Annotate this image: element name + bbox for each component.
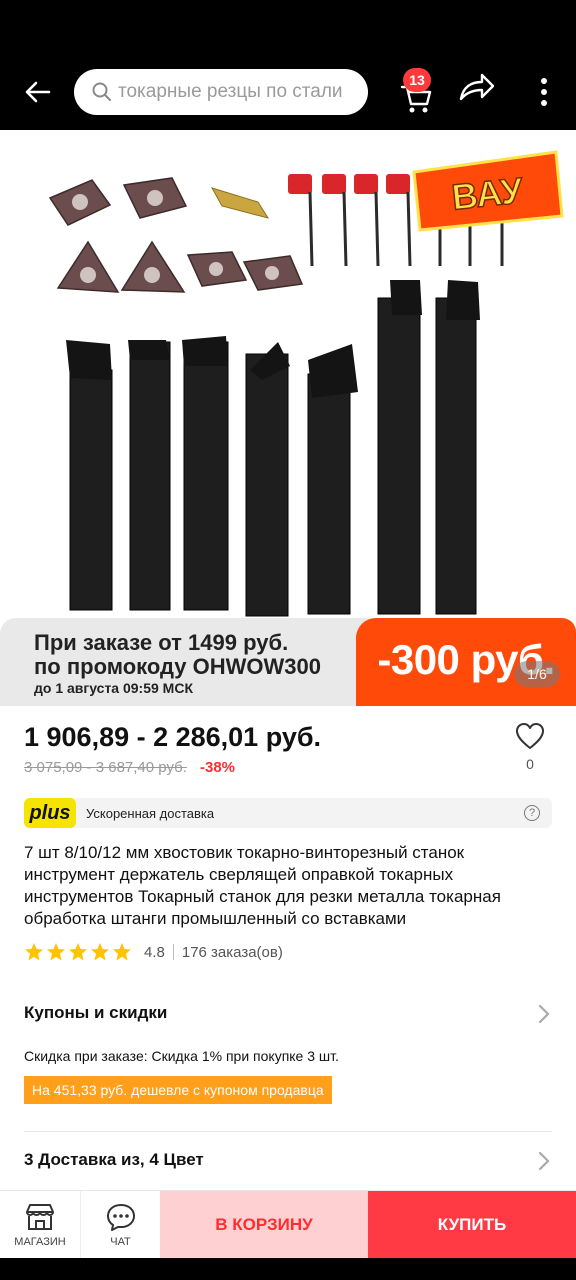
- price-range: 1 906,89 - 2 286,01 руб.: [24, 722, 322, 752]
- favorites-count: 0: [526, 756, 534, 772]
- chat-label: ЧАТ: [110, 1236, 131, 1248]
- share-icon: [459, 73, 495, 101]
- old-price-range: 3 075,09 - 3 687,40 руб.: [24, 759, 187, 776]
- back-button[interactable]: [16, 70, 60, 114]
- chevron-right-icon[interactable]: [538, 1004, 550, 1024]
- cart-count-badge: 13: [403, 68, 431, 92]
- shop-button[interactable]: МАГАЗИН: [0, 1191, 80, 1259]
- more-vertical-icon: [541, 78, 547, 84]
- plus-delivery-text: Ускоренная доставка: [86, 805, 215, 821]
- star-icon: [113, 943, 131, 961]
- back-arrow-icon: [25, 81, 51, 103]
- chat-button[interactable]: ЧАТ: [80, 1191, 160, 1259]
- rating-value: 4.8: [144, 943, 165, 961]
- order-discount-text: Скидка при заказе: Скидка 1% при покупке…: [24, 1048, 339, 1064]
- product-title: 7 шт 8/10/12 мм хвостовик токарно-винтор…: [24, 843, 501, 928]
- rating-stars: [24, 942, 132, 962]
- shop-label: МАГАЗИН: [14, 1236, 66, 1248]
- chat-icon: [106, 1204, 135, 1231]
- image-counter: 1/6: [514, 661, 560, 687]
- coupons-section-title[interactable]: Купоны и скидки: [24, 1003, 167, 1023]
- promo-deadline: до 1 августа 09:59 МСК: [34, 680, 193, 696]
- heart-icon: [516, 723, 544, 749]
- cart-button[interactable]: 13: [394, 68, 440, 114]
- rating-row[interactable]: 4.8 176 заказа(ов): [24, 941, 283, 963]
- bottom-action-bar: МАГАЗИН ЧАТ В КОРЗИНУ КУПИТЬ: [0, 1190, 576, 1259]
- discount-percent: -38%: [200, 759, 236, 776]
- system-navigation-bar: [0, 1258, 576, 1280]
- delivery-options-title[interactable]: 3 Доставка из, 4 Цвет: [24, 1150, 204, 1170]
- info-icon[interactable]: ?: [524, 805, 540, 821]
- promo-line-2: по промокоду OHWOW300: [34, 654, 321, 679]
- plus-delivery-row[interactable]: plus Ускоренная доставка ?: [24, 798, 552, 828]
- more-button[interactable]: [526, 70, 562, 114]
- star-icon: [91, 943, 109, 961]
- orders-count: 176 заказа(ов): [181, 943, 283, 961]
- section-divider: [24, 1131, 552, 1132]
- store-icon: [26, 1204, 54, 1230]
- search-input[interactable]: токарные резцы по стали: [74, 69, 368, 115]
- product-page: токарные резцы по стали 13 ВАУ При заказ…: [0, 0, 576, 1280]
- status-bar: [0, 0, 576, 56]
- app-bar: токарные резцы по стали 13: [0, 56, 576, 130]
- star-icon: [25, 943, 43, 961]
- chevron-right-icon[interactable]: [538, 1151, 550, 1171]
- favorite-button[interactable]: 0: [510, 722, 550, 782]
- search-icon: [92, 82, 111, 101]
- search-placeholder: токарные резцы по стали: [118, 81, 343, 102]
- buy-now-button[interactable]: КУПИТЬ: [368, 1191, 576, 1259]
- badge-text: ВАУ: [450, 169, 526, 217]
- star-icon: [69, 943, 87, 961]
- share-button[interactable]: [458, 72, 504, 112]
- star-icon: [47, 943, 65, 961]
- seller-coupon-tag[interactable]: На 451,33 руб. дешевле с купоном продавц…: [24, 1076, 332, 1104]
- promo-text-block: При заказе от 1499 руб. по промокоду OHW…: [0, 618, 372, 706]
- plus-logo: plus: [24, 798, 76, 828]
- rating-separator: [172, 944, 174, 960]
- add-to-cart-button[interactable]: В КОРЗИНУ: [160, 1191, 368, 1259]
- promo-banner[interactable]: При заказе от 1499 руб. по промокоду OHW…: [0, 618, 576, 706]
- promo-line-1: При заказе от 1499 руб.: [34, 630, 289, 655]
